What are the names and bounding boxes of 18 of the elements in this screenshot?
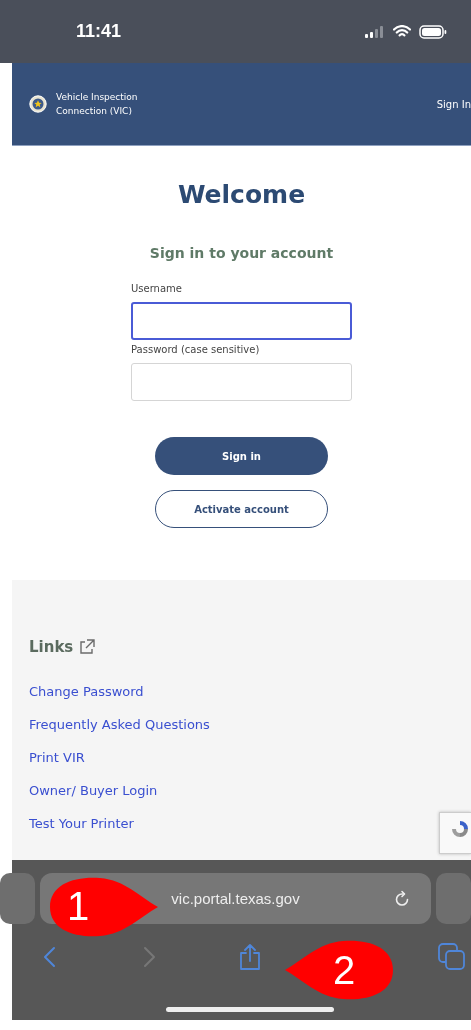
footer-link[interactable]: Print VIR [29, 749, 85, 767]
status-time: 11:41 [76, 21, 122, 42]
url-text: vic.portal.texas.gov [171, 890, 300, 907]
callout-number: 1 [67, 886, 90, 926]
footer-link[interactable]: Frequently Asked Questions [29, 716, 210, 734]
field-label: Password (case sensitive) [131, 344, 261, 355]
links-heading: Links [29, 638, 74, 656]
field-label: Username [131, 283, 183, 294]
callout-number: 2 [333, 950, 356, 990]
sign-in-link[interactable]: Sign In [436, 98, 471, 110]
welcome-title: Welcome [177, 180, 306, 209]
sign-in-button[interactable]: Sign in [155, 437, 328, 475]
footer-link[interactable]: Change Password [29, 683, 144, 701]
sign-in-subtitle: Sign in to your account [149, 245, 334, 261]
footer-link[interactable]: Owner/ Buyer Login [29, 782, 158, 800]
site-name[interactable]: Vehicle Inspection Connection (VIC) [56, 90, 156, 118]
footer-link[interactable]: Test Your Printer [29, 815, 134, 833]
activate-account-button[interactable]: Activate account [155, 490, 328, 528]
